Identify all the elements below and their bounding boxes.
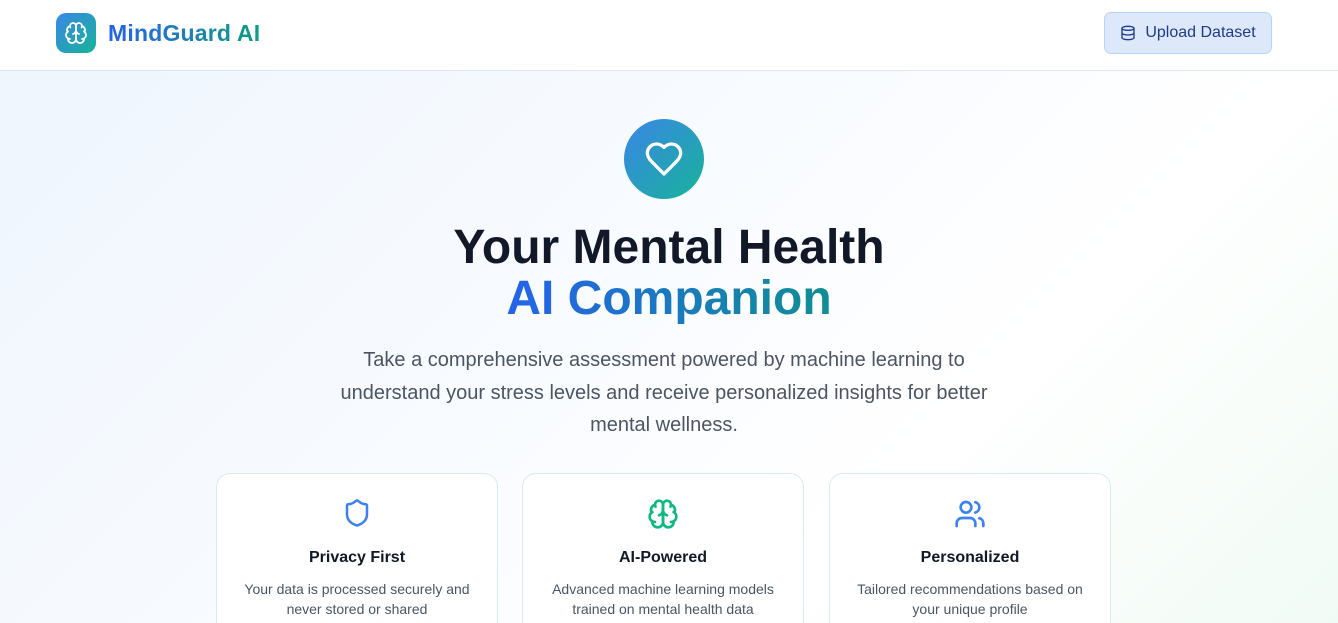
hero-title-accent-text: AI Companion [506, 272, 832, 325]
feature-title: AI-Powered [618, 549, 707, 566]
brain-icon [523, 498, 803, 530]
feature-card-privacy: Privacy First Your data is processed sec… [216, 473, 498, 623]
users-icon [830, 498, 1110, 530]
shield-icon [217, 498, 497, 528]
heart-icon [624, 119, 704, 199]
hero-description: Take a comprehensive assessment powered … [340, 349, 988, 436]
upload-dataset-label: Upload Dataset [1145, 24, 1256, 41]
feature-card-personalized: Personalized Tailored recommendations ba… [829, 473, 1111, 623]
feature-title: Personalized [920, 549, 1020, 566]
upload-dataset-button[interactable]: Upload Dataset [1104, 12, 1272, 54]
hero-title-accent: AI Companion [0, 273, 1338, 325]
brain-icon [56, 13, 96, 53]
top-navbar: MindGuard AI Upload Dataset [0, 0, 1338, 71]
feature-description: Tailored recommendations based on your u… [857, 581, 1083, 617]
brand[interactable]: MindGuard AI [56, 13, 260, 53]
feature-description: Advanced machine learning models trained… [552, 581, 774, 617]
feature-card-ai: AI-Powered Advanced machine learning mod… [522, 473, 804, 623]
feature-title: Privacy First [308, 549, 406, 566]
feature-description: Your data is processed securely and neve… [244, 581, 470, 617]
brand-name: MindGuard AI [108, 19, 261, 46]
hero-title: Your Mental Health [453, 221, 885, 274]
database-icon [1120, 25, 1136, 41]
